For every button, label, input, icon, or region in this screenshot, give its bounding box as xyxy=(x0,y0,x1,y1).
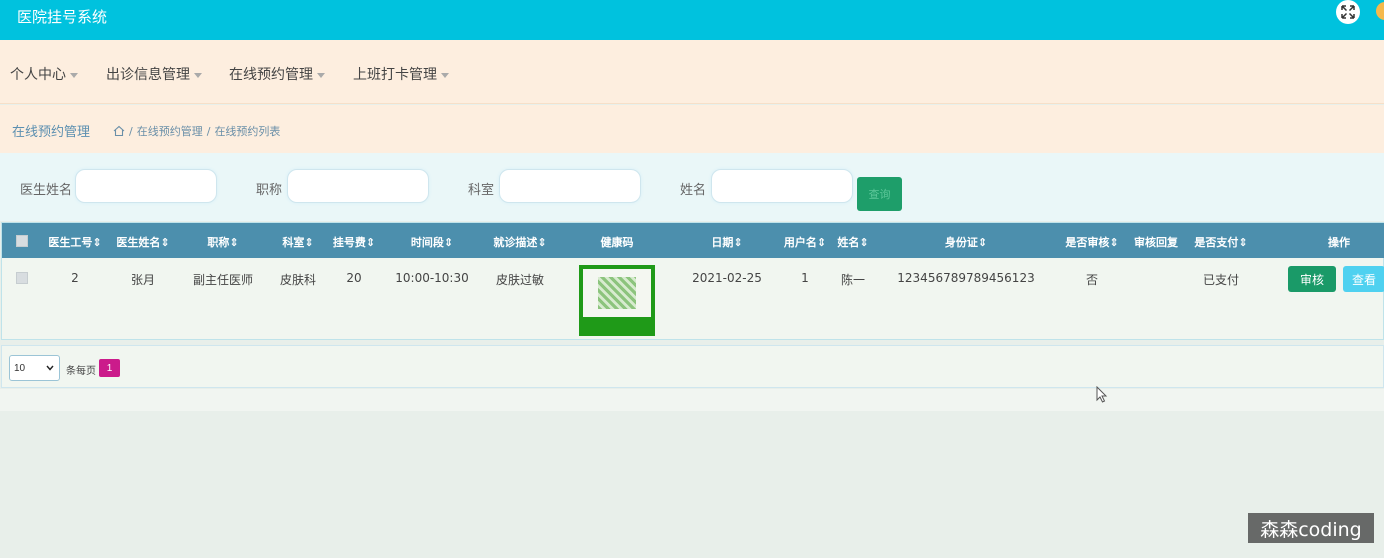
nav-label: 在线预约管理 xyxy=(229,67,313,83)
breadcrumb-bar: 在线预约管理 / 在线预约管理 / 在线预约列表 xyxy=(0,105,1384,153)
search-form: 医生姓名 职称 科室 姓名 查询 xyxy=(0,153,1384,221)
caret-down-icon xyxy=(317,72,325,78)
col-header[interactable]: 日期⇕ xyxy=(711,234,742,250)
page-title: 在线预约管理 xyxy=(12,125,91,140)
main-nav: 个人中心 出诊信息管理 在线预约管理 上班打卡管理 xyxy=(0,40,1384,104)
fullscreen-button[interactable] xyxy=(1336,0,1360,24)
per-page-label: 条每页 xyxy=(66,366,96,377)
mouse-cursor-icon xyxy=(1096,386,1108,403)
cell-description: 皮肤过敏 xyxy=(495,273,545,287)
nav-visit-info[interactable]: 出诊信息管理 xyxy=(106,64,202,84)
home-icon[interactable] xyxy=(113,125,125,137)
title-input[interactable] xyxy=(287,169,429,203)
cell-time-slot: 10:00-10:30 xyxy=(395,271,469,285)
cell-date: 2021-02-25 xyxy=(692,271,762,285)
nav-online-booking[interactable]: 在线预约管理 xyxy=(229,64,325,84)
nav-label: 出诊信息管理 xyxy=(106,67,190,83)
department-label: 科室 xyxy=(468,183,495,198)
search-button[interactable]: 查询 xyxy=(857,177,902,211)
doctor-name-input[interactable] xyxy=(75,169,217,203)
chevron-down-icon xyxy=(46,365,54,371)
col-header[interactable]: 科室⇕ xyxy=(282,234,313,250)
col-header: 健康码 xyxy=(600,236,634,249)
col-header: 审核回复 xyxy=(1134,236,1178,249)
health-code-panel xyxy=(583,269,651,317)
cell-paid: 已支付 xyxy=(1202,273,1240,287)
table-header: 医生工号⇕ 医生姓名⇕ 职称⇕ 科室⇕ 挂号费⇕ 时间段⇕ 就诊描述⇕ 健康码 … xyxy=(2,223,1384,258)
col-header[interactable]: 职称⇕ xyxy=(207,234,238,250)
view-button[interactable]: 查看 xyxy=(1343,266,1384,292)
top-bar: 医院挂号系统 xyxy=(0,0,1384,40)
avatar[interactable] xyxy=(1376,2,1384,20)
col-header[interactable]: 身份证⇕ xyxy=(945,234,987,250)
cell-name: 陈一 xyxy=(840,273,866,287)
nav-label: 个人中心 xyxy=(10,67,66,83)
department-input[interactable] xyxy=(499,169,641,203)
breadcrumb-item: 在线预约列表 xyxy=(214,125,281,138)
pagination: 10 条每页 1 xyxy=(1,345,1384,388)
col-header[interactable]: 医生姓名⇕ xyxy=(116,234,169,250)
page-size-select[interactable]: 10 xyxy=(9,355,60,381)
col-header[interactable]: 是否支付⇕ xyxy=(1194,234,1247,250)
cell-id-card: 123456789789456123 xyxy=(897,271,1035,285)
breadcrumb-sep: / xyxy=(129,124,133,138)
caret-down-icon xyxy=(194,72,202,78)
cell-fee: 20 xyxy=(346,271,362,285)
col-header[interactable]: 用户名⇕ xyxy=(784,234,826,250)
cell-username: 1 xyxy=(801,271,809,285)
cell-title: 副主任医师 xyxy=(192,273,254,287)
cell-reviewed: 否 xyxy=(1085,273,1099,287)
review-button[interactable]: 审核 xyxy=(1288,266,1336,292)
col-header[interactable]: 就诊描述⇕ xyxy=(493,234,546,250)
col-header[interactable]: 姓名⇕ xyxy=(837,234,868,250)
select-all-checkbox[interactable] xyxy=(16,235,28,247)
breadcrumb-sep: / xyxy=(206,124,211,138)
cell-doctor-id: 2 xyxy=(71,271,79,285)
breadcrumb-item[interactable]: 在线预约管理 xyxy=(137,123,203,139)
health-code-image[interactable] xyxy=(579,265,655,336)
qr-code-icon xyxy=(598,277,636,309)
doctor-name-label: 医生姓名 xyxy=(20,183,73,198)
content-footer xyxy=(0,389,1384,411)
col-header[interactable]: 是否审核⇕ xyxy=(1065,234,1118,250)
col-header: 操作 xyxy=(1328,236,1350,249)
app-title: 医院挂号系统 xyxy=(17,8,108,26)
breadcrumb: / 在线预约管理 / 在线预约列表 xyxy=(113,123,280,139)
cell-doctor-name: 张月 xyxy=(130,273,156,287)
col-header[interactable]: 时间段⇕ xyxy=(411,234,453,250)
caret-down-icon xyxy=(70,72,78,78)
nav-personal-center[interactable]: 个人中心 xyxy=(10,64,78,84)
cell-department: 皮肤科 xyxy=(279,273,317,287)
appointment-table: 医生工号⇕ 医生姓名⇕ 职称⇕ 科室⇕ 挂号费⇕ 时间段⇕ 就诊描述⇕ 健康码 … xyxy=(1,222,1384,340)
title-label: 职称 xyxy=(256,183,283,198)
nav-clock-in[interactable]: 上班打卡管理 xyxy=(353,64,449,84)
expand-icon xyxy=(1341,5,1355,19)
col-header[interactable]: 挂号费⇕ xyxy=(333,234,375,250)
page-button-current[interactable]: 1 xyxy=(99,359,120,377)
row-checkbox[interactable] xyxy=(16,272,28,284)
caret-down-icon xyxy=(441,72,449,78)
name-label: 姓名 xyxy=(680,183,707,198)
name-input[interactable] xyxy=(711,169,853,203)
watermark: 森森coding xyxy=(1248,513,1374,543)
col-header[interactable]: 医生工号⇕ xyxy=(48,234,101,250)
nav-label: 上班打卡管理 xyxy=(353,67,437,83)
page-size-value: 10 xyxy=(14,362,26,374)
